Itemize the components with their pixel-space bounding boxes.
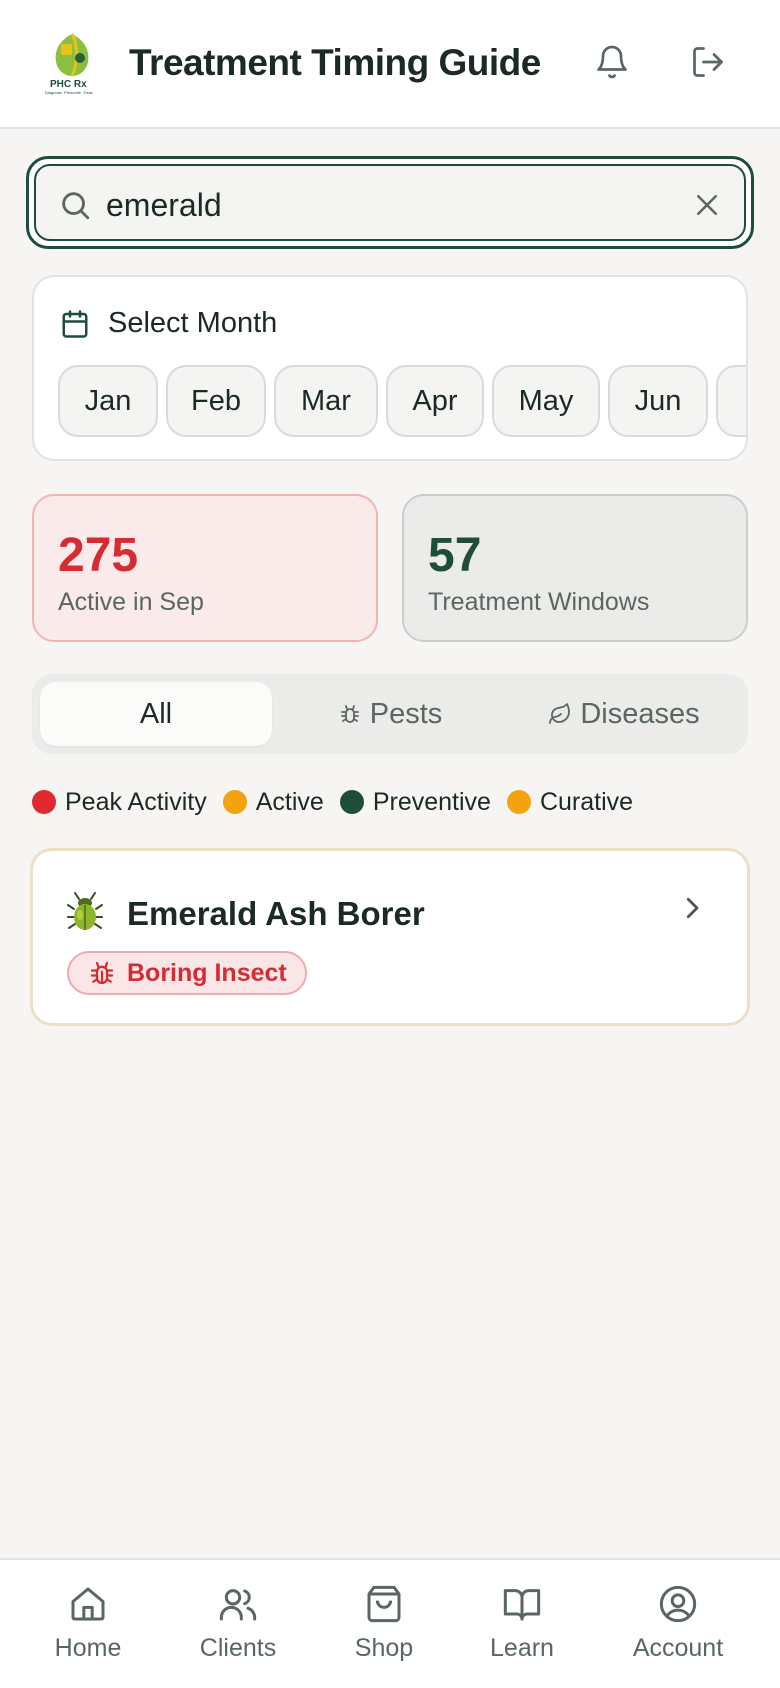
nav-shop[interactable]: Shop xyxy=(314,1584,454,1663)
shopping-bag-icon xyxy=(367,1585,401,1623)
search-bar xyxy=(26,156,754,249)
search-icon xyxy=(62,192,90,220)
legend-peak-activity-label: Peak Activity xyxy=(65,787,207,816)
active-count-label: Active in Sep xyxy=(58,588,204,616)
peak-activity-dot xyxy=(32,790,56,814)
nav-learn[interactable]: Learn xyxy=(452,1584,592,1663)
legend-active: Active xyxy=(222,787,324,817)
clear-search-icon[interactable] xyxy=(692,190,722,220)
page-title: Treatment Timing Guide xyxy=(129,42,541,83)
legend-preventive: Preventive xyxy=(339,787,491,817)
active-count-card: 275 Active in Sep xyxy=(32,494,378,642)
bug-icon xyxy=(90,961,114,985)
month-chip-apr[interactable]: Apr xyxy=(386,365,484,437)
legend-preventive-label: Preventive xyxy=(372,787,491,816)
tab-all[interactable]: All xyxy=(40,682,272,746)
nav-shop-label: Shop xyxy=(354,1634,414,1662)
app-header: PHC Rx Diagnose. Prescribe. Treat. Treat… xyxy=(0,0,780,129)
tab-all-label: All xyxy=(139,697,173,730)
book-icon xyxy=(503,1589,541,1621)
month-chip-jul[interactable]: Jul xyxy=(716,365,746,437)
users-icon xyxy=(219,1589,257,1621)
month-chip-feb[interactable]: Feb xyxy=(166,365,266,437)
nav-clients[interactable]: Clients xyxy=(168,1584,308,1663)
bug-icon xyxy=(340,705,359,723)
nav-learn-label: Learn xyxy=(490,1634,554,1662)
tab-pests-label: Pests xyxy=(369,697,443,730)
legend-active-label: Active xyxy=(255,787,324,816)
beetle-icon xyxy=(67,892,103,930)
tab-pests[interactable]: Pests xyxy=(274,682,506,746)
nav-home[interactable]: Home xyxy=(18,1584,158,1663)
result-card-emerald-ash-borer[interactable]: Emerald Ash Borer Boring Insect xyxy=(30,848,750,1026)
logo-text: PHC Rx xyxy=(50,79,87,90)
chevron-right-icon[interactable] xyxy=(677,893,707,923)
month-chip-may[interactable]: May xyxy=(492,365,600,437)
month-selector-card: Select Month Jan Feb Mar Apr May Jun Jul xyxy=(32,275,748,461)
nav-account[interactable]: Account xyxy=(608,1584,748,1663)
logout-icon[interactable] xyxy=(690,44,726,80)
leaf-icon xyxy=(549,703,571,724)
search-input[interactable] xyxy=(106,176,666,234)
user-circle-icon xyxy=(659,1585,697,1623)
category-badge: Boring Insect xyxy=(67,951,307,995)
month-chip-mar[interactable]: Mar xyxy=(274,365,378,437)
bell-icon[interactable] xyxy=(594,44,630,80)
nav-home-label: Home xyxy=(54,1634,122,1662)
month-chip-row[interactable]: Jan Feb Mar Apr May Jun Jul xyxy=(58,365,746,439)
nav-account-label: Account xyxy=(632,1634,724,1662)
phc-rx-logo[interactable]: PHC Rx Diagnose. Prescribe. Treat. xyxy=(44,30,100,96)
nav-clients-label: Clients xyxy=(199,1634,277,1662)
legend-curative: Curative xyxy=(506,787,634,817)
tab-diseases-label: Diseases xyxy=(580,697,700,730)
category-badge-label: Boring Insect xyxy=(127,958,287,987)
month-chip-jan[interactable]: Jan xyxy=(58,365,158,437)
treatment-windows-label: Treatment Windows xyxy=(428,588,650,616)
curative-dot xyxy=(506,790,531,814)
treatment-windows-card: 57 Treatment Windows xyxy=(402,494,748,642)
logo-tagline: Diagnose. Prescribe. Treat. xyxy=(45,90,93,95)
result-title: Emerald Ash Borer xyxy=(127,895,425,932)
filter-tabs: All Pests Diseases xyxy=(32,674,748,754)
tab-diseases[interactable]: Diseases xyxy=(508,682,740,746)
active-count-value: 275 xyxy=(58,529,139,582)
legend-peak-activity: Peak Activity xyxy=(32,788,207,817)
search-field-container xyxy=(34,164,746,241)
bottom-navigation: Home Clients Shop Learn Account xyxy=(0,1558,780,1688)
month-chip-jun[interactable]: Jun xyxy=(608,365,708,437)
legend-curative-label: Curative xyxy=(539,787,634,816)
month-selector-label: Select Month xyxy=(108,307,278,339)
home-icon xyxy=(71,1587,105,1621)
treatment-windows-value: 57 xyxy=(428,529,482,582)
preventive-dot xyxy=(339,790,364,814)
calendar-icon xyxy=(62,309,88,338)
active-dot xyxy=(222,790,247,814)
activity-legend: Peak Activity Active Preventive Curative xyxy=(32,786,649,818)
month-selector-header: Select Month xyxy=(60,307,277,340)
